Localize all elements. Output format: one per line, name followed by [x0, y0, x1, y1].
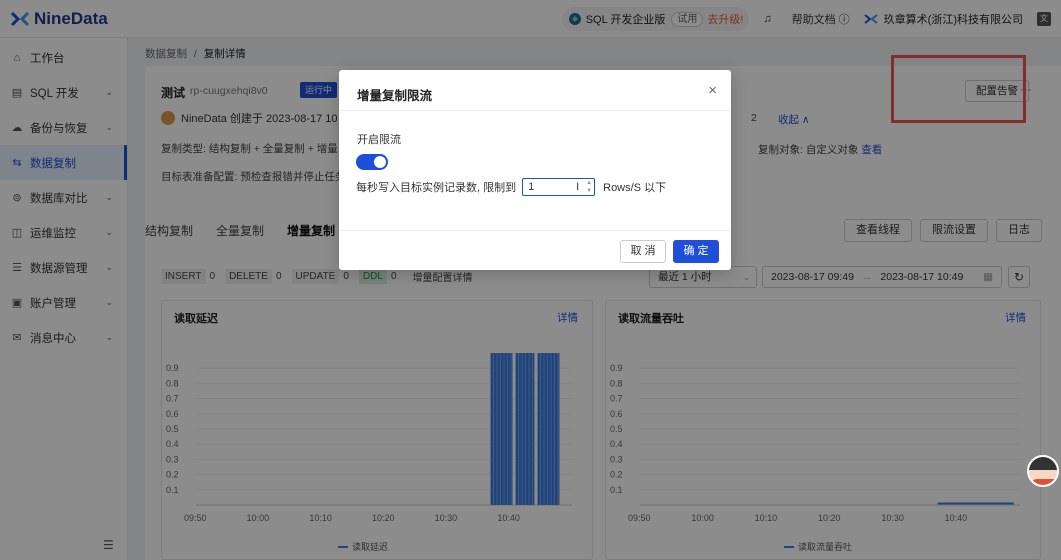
confirm-button[interactable]: 确 定 — [673, 240, 719, 263]
number-stepper-icon[interactable]: ▲ ▼ — [586, 179, 592, 195]
rate-limit-prefix: 每秒写入目标实例记录数, 限制到 — [356, 182, 517, 194]
dialog-title: 增量复制限流 — [357, 89, 433, 103]
rate-limit-input[interactable]: 1 I ▲ ▼ — [522, 178, 596, 196]
cancel-button[interactable]: 取 消 — [620, 240, 666, 263]
rate-limit-suffix: Rows/S 以下 — [603, 182, 667, 194]
divider — [339, 230, 731, 231]
avatar-hair — [1029, 457, 1057, 470]
rate-limit-row: 每秒写入目标实例记录数, 限制到 1 I ▲ ▼ Rows/S 以下 — [356, 178, 666, 196]
toggle-knob — [374, 156, 386, 168]
rate-limit-value: 1 — [528, 181, 535, 193]
assistant-avatar[interactable] — [1027, 455, 1059, 487]
close-icon[interactable]: × — [708, 82, 717, 99]
rate-limit-toggle[interactable] — [356, 154, 388, 170]
text-cursor-icon: I — [576, 181, 580, 193]
divider — [339, 110, 731, 111]
rate-limit-dialog: 增量复制限流 × 开启限流 每秒写入目标实例记录数, 限制到 1 I ▲ ▼ Ro… — [339, 70, 731, 270]
enable-rate-limit-label: 开启限流 — [357, 134, 401, 146]
